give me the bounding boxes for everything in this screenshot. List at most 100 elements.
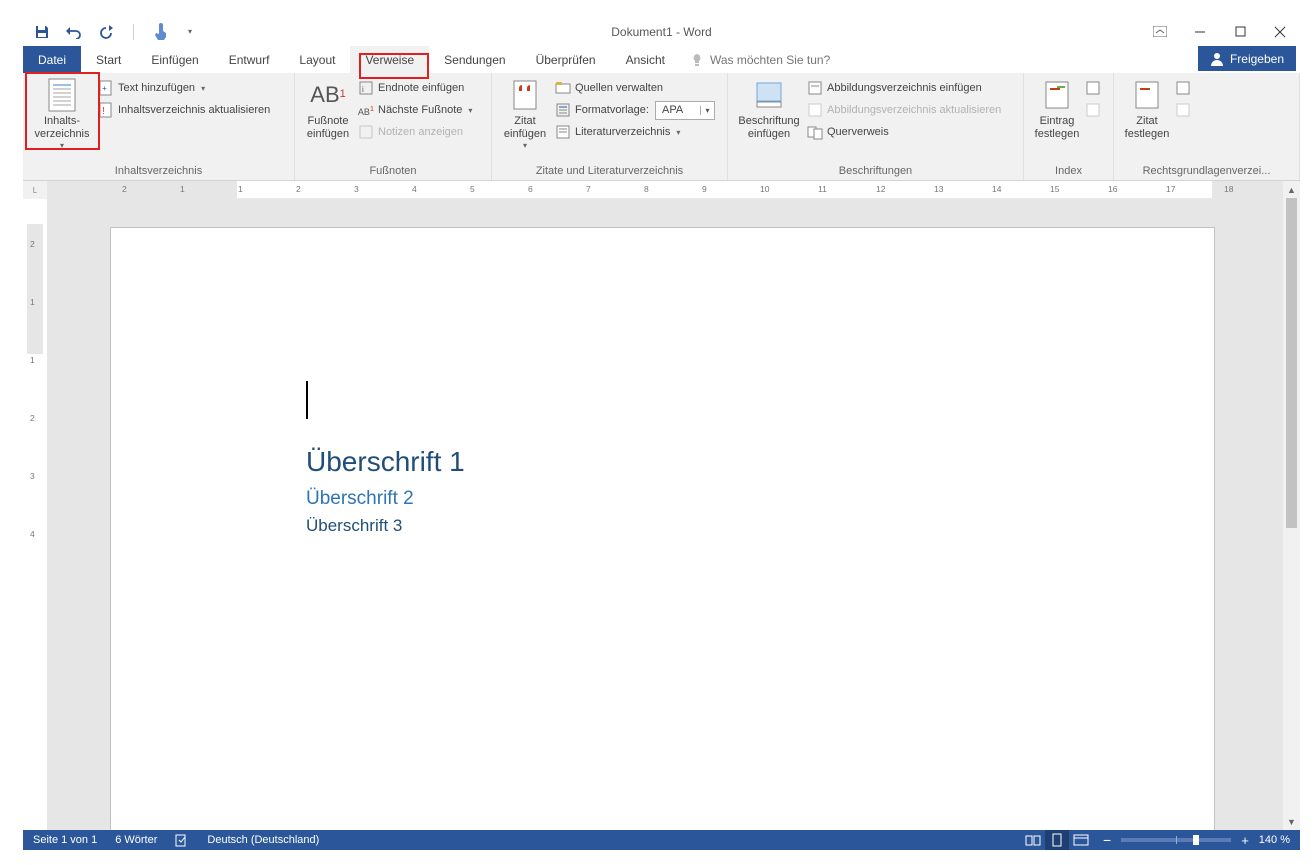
insert-citation-button[interactable]: Zitat einfügen ▾ — [497, 75, 553, 153]
scroll-down-icon[interactable]: ▼ — [1283, 813, 1300, 830]
update-authorities-icon — [1175, 99, 1191, 121]
heading-3[interactable]: Überschrift 3 — [306, 516, 465, 536]
view-read-mode-icon[interactable] — [1021, 830, 1045, 850]
figure-table-icon — [807, 80, 823, 96]
mark-citation-icon — [1131, 79, 1163, 111]
tab-file[interactable]: Datei — [23, 46, 81, 73]
crossref-icon — [807, 124, 823, 140]
manage-sources-button[interactable]: Quellen verwalten — [553, 77, 717, 99]
undo-icon[interactable] — [65, 23, 83, 41]
zoom-in-icon[interactable]: + — [1241, 833, 1249, 848]
update-figure-table-icon — [807, 102, 823, 118]
tab-verweise[interactable]: Verweise — [350, 46, 429, 73]
view-print-layout-icon[interactable] — [1045, 830, 1069, 850]
endnote-icon: i — [358, 80, 374, 96]
update-figure-table-button: Abbildungsverzeichnis aktualisieren — [805, 99, 1003, 121]
scroll-up-icon[interactable]: ▲ — [1283, 181, 1300, 198]
ribbon: Inhalts- verzeichnis ▾ + Text hinzufügen… — [23, 73, 1300, 181]
zoom-out-icon[interactable]: − — [1103, 832, 1111, 848]
svg-text:+: + — [102, 84, 107, 93]
tab-start[interactable]: Start — [81, 46, 136, 73]
caption-icon — [753, 79, 785, 111]
status-word-count[interactable]: 6 Wörter — [115, 834, 157, 846]
insert-caption-button[interactable]: Beschriftung einfügen — [733, 75, 805, 143]
insert-footnote-button[interactable]: AB1 Fußnote einfügen — [300, 75, 356, 143]
show-notes-icon — [358, 124, 374, 140]
update-index-icon — [1085, 99, 1101, 121]
text-cursor — [306, 381, 308, 419]
add-text-button[interactable]: + Text hinzufügen — [96, 77, 272, 99]
share-button[interactable]: Freigeben — [1198, 46, 1296, 71]
tab-layout[interactable]: Layout — [284, 46, 350, 73]
heading-1[interactable]: Überschrift 1 — [306, 446, 465, 478]
add-text-icon: + — [98, 80, 114, 96]
tell-me[interactable] — [690, 46, 910, 73]
heading-2[interactable]: Überschrift 2 — [306, 488, 465, 510]
minimize-icon[interactable] — [1192, 24, 1208, 40]
share-label: Freigeben — [1230, 52, 1284, 66]
ruler-horizontal[interactable]: L 21123456789101112131415161718 — [23, 181, 1300, 199]
insert-endnote-button[interactable]: i Endnote einfügen — [356, 77, 474, 99]
tab-ansicht[interactable]: Ansicht — [611, 46, 680, 73]
svg-text:!: ! — [102, 106, 105, 117]
tell-me-input[interactable] — [710, 53, 910, 67]
insert-authorities-icon[interactable] — [1175, 77, 1191, 99]
cross-reference-button[interactable]: Querverweis — [805, 121, 1003, 143]
group-label-toc: Inhaltsverzeichnis — [28, 163, 289, 180]
group-label-footnotes: Fußnoten — [300, 163, 486, 180]
table-of-contents-button[interactable]: Inhalts- verzeichnis ▾ — [28, 75, 96, 153]
citation-style-combo[interactable]: APA▾ — [655, 101, 715, 120]
citation-icon — [509, 79, 541, 111]
title-bar: Dokument1 - Word — [23, 17, 1300, 46]
touch-mode-icon[interactable] — [152, 23, 170, 41]
ribbon-display-options-icon[interactable] — [1152, 24, 1168, 40]
document-area[interactable]: Überschrift 1 Überschrift 2 Überschrift … — [47, 199, 1283, 830]
tab-einfuegen[interactable]: Einfügen — [136, 46, 213, 73]
ribbon-tabs: Datei Start Einfügen Entwurf Layout Verw… — [23, 46, 1300, 73]
bibliography-icon — [555, 124, 571, 140]
qat-customize-icon[interactable] — [184, 23, 194, 41]
status-bar: Seite 1 von 1 6 Wörter Deutsch (Deutschl… — [23, 830, 1300, 850]
mark-entry-button[interactable]: Eintrag festlegen — [1029, 75, 1085, 143]
svg-text:i: i — [362, 85, 364, 94]
group-label-citations: Zitate und Literaturverzeichnis — [497, 163, 722, 180]
toc-label: Inhalts- verzeichnis — [34, 115, 89, 141]
show-notes-button: Notizen anzeigen — [356, 121, 474, 143]
redo-icon[interactable] — [97, 23, 115, 41]
zoom-slider[interactable] — [1121, 838, 1231, 842]
save-icon[interactable] — [33, 23, 51, 41]
insert-figure-table-button[interactable]: Abbildungsverzeichnis einfügen — [805, 77, 1003, 99]
view-web-layout-icon[interactable] — [1069, 830, 1093, 850]
mark-entry-icon — [1041, 79, 1073, 111]
next-footnote-button[interactable]: AB1 Nächste Fußnote — [356, 99, 474, 121]
ruler-tab-selector[interactable]: L — [23, 181, 47, 199]
toc-icon — [46, 79, 78, 111]
lightbulb-icon — [690, 53, 704, 67]
group-label-index: Index — [1029, 163, 1108, 180]
person-icon — [1210, 52, 1224, 66]
vertical-scrollbar[interactable]: ▲ ▼ — [1283, 181, 1300, 830]
maximize-icon[interactable] — [1232, 24, 1248, 40]
footnote-icon: AB1 — [312, 79, 344, 111]
status-page[interactable]: Seite 1 von 1 — [33, 834, 97, 846]
style-icon — [555, 102, 571, 118]
quick-access-toolbar — [23, 23, 194, 41]
mark-citation-button[interactable]: Zitat festlegen — [1119, 75, 1175, 143]
status-proofing-icon[interactable] — [175, 833, 189, 847]
scroll-thumb[interactable] — [1286, 198, 1297, 528]
insert-index-icon[interactable] — [1085, 77, 1101, 99]
close-icon[interactable] — [1272, 24, 1288, 40]
tab-entwurf[interactable]: Entwurf — [214, 46, 285, 73]
ruler-vertical[interactable]: 211234 — [23, 199, 47, 830]
window-title: Dokument1 - Word — [23, 25, 1300, 39]
status-language[interactable]: Deutsch (Deutschland) — [207, 834, 319, 846]
bibliography-button[interactable]: Literaturverzeichnis — [553, 121, 717, 143]
group-label-captions: Beschriftungen — [733, 163, 1018, 180]
zoom-level[interactable]: 140 % — [1259, 834, 1290, 846]
manage-sources-icon — [555, 80, 571, 96]
tab-ueberpruefen[interactable]: Überprüfen — [521, 46, 611, 73]
document-page[interactable]: Überschrift 1 Überschrift 2 Überschrift … — [110, 227, 1215, 830]
tab-sendungen[interactable]: Sendungen — [429, 46, 520, 73]
next-footnote-icon: AB1 — [358, 102, 374, 118]
update-toc-button[interactable]: ! Inhaltsverzeichnis aktualisieren — [96, 99, 272, 121]
